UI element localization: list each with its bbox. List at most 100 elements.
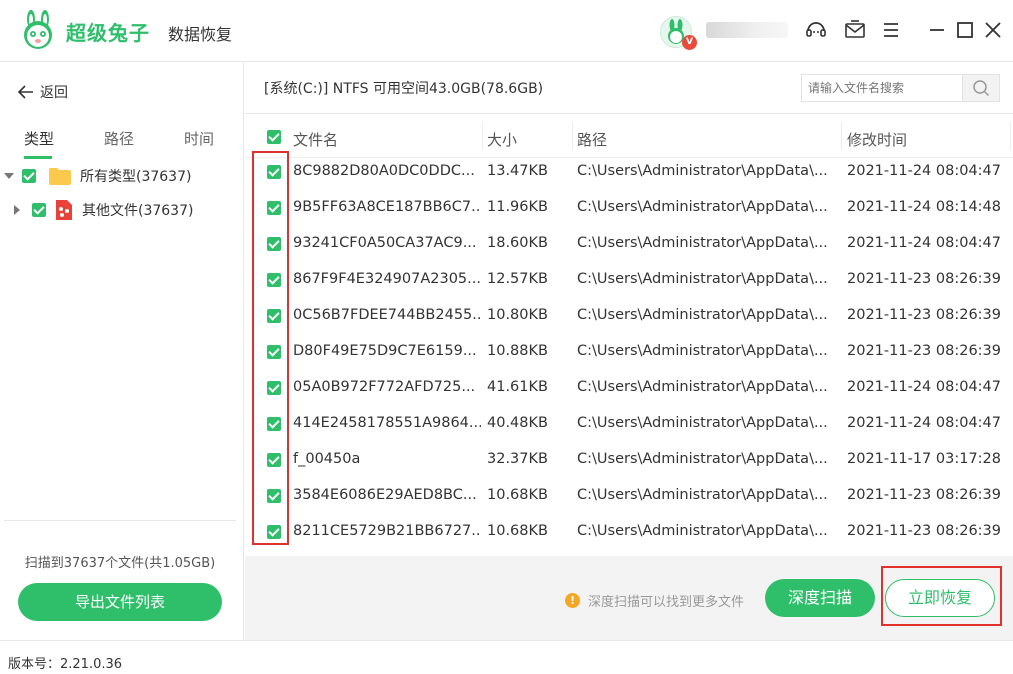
file-name: 93241CF0A50CA37AC9... (293, 235, 477, 251)
tree-checkbox[interactable] (32, 203, 46, 217)
collapse-caret-icon[interactable] (14, 205, 20, 215)
file-path: C:\Users\Administrator\AppData\... (577, 307, 828, 323)
file-size: 32.37KB (487, 451, 548, 467)
select-all-checkbox[interactable] (267, 130, 281, 144)
column-header-name[interactable]: 文件名 (293, 129, 338, 150)
file-mtime: 2021-11-24 08:04:47 (847, 163, 1001, 179)
back-label: 返回 (40, 85, 68, 101)
checkbox-column-highlight (252, 151, 289, 545)
table-row[interactable]: 867F9F4E324907A2305... 12.57KB C:\Users\… (245, 262, 1013, 298)
table-row[interactable]: 8211CE5729B21BB6727... 10.68KB C:\Users\… (245, 514, 1013, 550)
file-mtime: 2021-11-23 08:26:39 (847, 307, 1001, 323)
minimize-icon[interactable] (925, 18, 949, 42)
table-row[interactable]: 3584E6086E29AED8BC... 10.68KB C:\Users\A… (245, 478, 1013, 514)
table-row[interactable]: f_00450a 32.37KB C:\Users\Administrator\… (245, 442, 1013, 478)
version-label: 版本号：2.21.0.36 (8, 657, 123, 672)
file-mtime: 2021-11-17 03:17:28 (847, 451, 1001, 467)
main-panel: [系统(C:)] NTFS 可用空间43.0GB(78.6GB) 文件名 大小 … (245, 62, 1013, 640)
active-tab-indicator (24, 156, 52, 159)
drive-info: [系统(C:)] NTFS 可用空间43.0GB(78.6GB) (264, 81, 544, 97)
column-header-path[interactable]: 路径 (577, 129, 607, 150)
maximize-icon[interactable] (953, 18, 977, 42)
file-name: 867F9F4E324907A2305... (293, 271, 481, 287)
file-size: 10.68KB (487, 487, 548, 503)
file-name: 8C9882D80A0DC0DDC... (293, 163, 475, 179)
export-list-button[interactable]: 导出文件列表 (18, 583, 222, 621)
left-panel: 返回 类型 路径 时间 所有类型(37637) 其他文件(37637) 扫描到3… (0, 62, 244, 640)
column-divider (572, 122, 573, 150)
file-mtime: 2021-11-23 08:26:39 (847, 271, 1001, 287)
deep-scan-button[interactable]: 深度扫描 (765, 579, 875, 617)
file-size: 12.57KB (487, 271, 548, 287)
menu-icon[interactable] (879, 18, 903, 42)
file-path: C:\Users\Administrator\AppData\... (577, 451, 828, 467)
file-name: 414E2458178551A9864... (293, 415, 481, 431)
file-size: 10.80KB (487, 307, 548, 323)
file-size: 40.48KB (487, 415, 548, 431)
tab-type[interactable]: 类型 (24, 128, 54, 149)
deep-scan-tip: ! 深度扫描可以找到更多文件 (565, 591, 744, 610)
username-blurred (706, 22, 788, 38)
file-mtime: 2021-11-23 08:26:39 (847, 343, 1001, 359)
search-button[interactable] (962, 75, 999, 101)
column-divider (482, 122, 483, 150)
file-name: 0C56B7FDEE744BB2455... (293, 307, 481, 323)
back-button[interactable]: 返回 (18, 82, 68, 102)
column-header-mtime[interactable]: 修改时间 (847, 129, 907, 150)
drive-bar: [系统(C:)] NTFS 可用空间43.0GB(78.6GB) (245, 62, 1013, 114)
file-path: C:\Users\Administrator\AppData\... (577, 235, 828, 251)
table-row[interactable]: 8C9882D80A0DC0DDC... 13.47KB C:\Users\Ad… (245, 154, 1013, 190)
tree-item-other-files[interactable]: 其他文件(37637) (14, 198, 193, 222)
close-icon[interactable] (981, 18, 1005, 42)
file-path: C:\Users\Administrator\AppData\... (577, 271, 828, 287)
file-mtime: 2021-11-24 08:04:47 (847, 379, 1001, 395)
tip-text: 深度扫描可以找到更多文件 (588, 595, 745, 610)
table-row[interactable]: 414E2458178551A9864... 40.48KB C:\Users\… (245, 406, 1013, 442)
table-row[interactable]: 9B5FF63A8CE187BB6C7... 11.96KB C:\Users\… (245, 190, 1013, 226)
file-size: 41.61KB (487, 379, 548, 395)
file-path: C:\Users\Administrator\AppData\... (577, 163, 828, 179)
file-path: C:\Users\Administrator\AppData\... (577, 379, 828, 395)
file-mtime: 2021-11-23 08:26:39 (847, 487, 1001, 503)
table-row[interactable]: D80F49E75D9C7E6159... 10.88KB C:\Users\A… (245, 334, 1013, 370)
column-divider (841, 122, 842, 150)
tree-checkbox[interactable] (22, 169, 36, 183)
feedback-mail-icon[interactable] (843, 18, 867, 42)
file-path: C:\Users\Administrator\AppData\... (577, 343, 828, 359)
file-path: C:\Users\Administrator\AppData\... (577, 415, 828, 431)
table-row[interactable]: 93241CF0A50CA37AC9... 18.60KB C:\Users\A… (245, 226, 1013, 262)
tree-item-label: 所有类型(37637) (80, 169, 192, 185)
scan-summary: 扫描到37637个文件(共1.05GB) (24, 556, 216, 571)
rabbit-logo-icon (24, 10, 52, 49)
table-header: 文件名 大小 路径 修改时间 (245, 114, 1013, 158)
expand-caret-icon[interactable] (4, 173, 14, 179)
file-name: D80F49E75D9C7E6159... (293, 343, 477, 359)
tab-time[interactable]: 时间 (184, 128, 214, 149)
file-name: 05A0B972F772AFD725... (293, 379, 476, 395)
file-path: C:\Users\Administrator\AppData\... (577, 523, 828, 539)
file-size: 10.88KB (487, 343, 548, 359)
search-box (801, 74, 1000, 102)
status-bar: 版本号：2.21.0.36 (0, 640, 1013, 674)
file-mtime: 2021-11-24 08:14:48 (847, 199, 1001, 215)
divider (4, 520, 236, 521)
file-mtime: 2021-11-24 08:04:47 (847, 415, 1001, 431)
file-size: 18.60KB (487, 235, 548, 251)
column-header-size[interactable]: 大小 (487, 129, 517, 150)
search-input[interactable] (802, 75, 962, 101)
tab-path[interactable]: 路径 (104, 128, 134, 149)
customer-service-icon[interactable] (804, 18, 828, 42)
title-bar: 超级兔子 数据恢复 V (0, 0, 1013, 62)
column-divider (1010, 122, 1011, 150)
table-row[interactable]: 0C56B7FDEE744BB2455... 10.80KB C:\Users\… (245, 298, 1013, 334)
file-size: 11.96KB (487, 199, 548, 215)
file-mtime: 2021-11-24 08:04:47 (847, 235, 1001, 251)
tree-item-all-types[interactable]: 所有类型(37637) (4, 164, 191, 188)
tree-item-label: 其他文件(37637) (82, 203, 194, 219)
file-path: C:\Users\Administrator\AppData\... (577, 487, 828, 503)
file-name: f_00450a (293, 451, 361, 467)
brand-name: 超级兔子 (66, 21, 150, 45)
warning-icon: ! (565, 593, 580, 608)
file-name: 9B5FF63A8CE187BB6C7... (293, 199, 481, 215)
table-row[interactable]: 05A0B972F772AFD725... 41.61KB C:\Users\A… (245, 370, 1013, 406)
